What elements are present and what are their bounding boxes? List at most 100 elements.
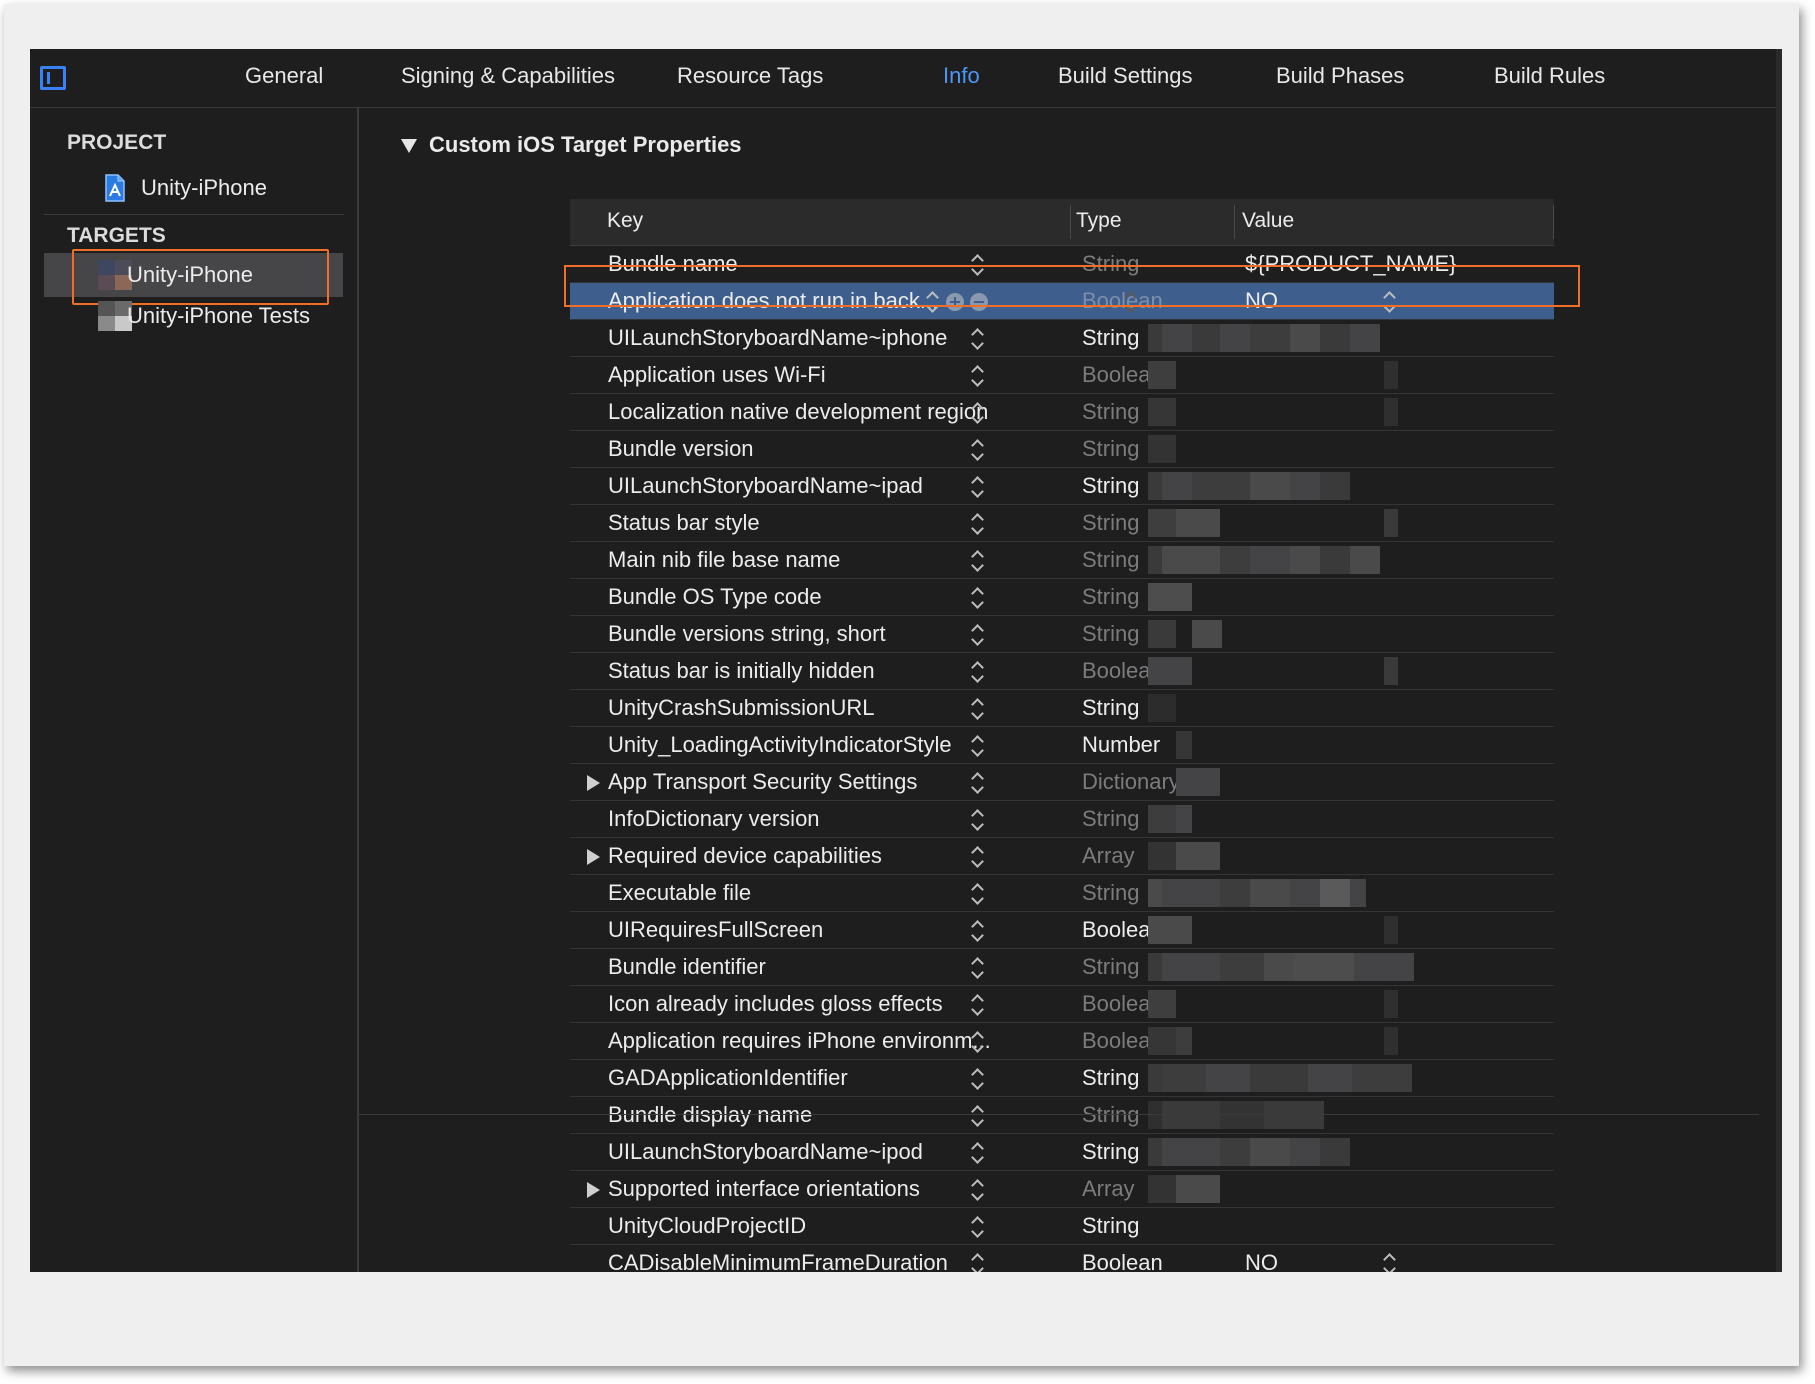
row-type[interactable]: String [1082, 806, 1139, 832]
row-key[interactable]: UnityCloudProjectID [608, 1213, 806, 1239]
row-value[interactable]: NO [1245, 1250, 1278, 1272]
row-type[interactable]: String [1082, 584, 1139, 610]
row-key[interactable]: Bundle identifier [608, 954, 766, 980]
row-key[interactable]: Unity_LoadingActivityIndicatorStyle [608, 732, 952, 758]
key-stepper-icon[interactable] [970, 661, 984, 683]
key-stepper-icon[interactable] [970, 809, 984, 831]
row-key[interactable]: InfoDictionary version [608, 806, 820, 832]
row-type[interactable]: String [1082, 325, 1139, 351]
row-key[interactable]: Bundle OS Type code [608, 584, 822, 610]
key-stepper-icon[interactable] [970, 735, 984, 757]
row-type[interactable]: String [1082, 436, 1139, 462]
table-row[interactable]: Application requires iPhone environm... B… [570, 1023, 1554, 1060]
table-row[interactable]: Executable file String [570, 875, 1554, 912]
key-stepper-icon[interactable] [970, 883, 984, 905]
table-row[interactable]: App Transport Security Settings Dictionar… [570, 764, 1554, 801]
key-stepper-icon[interactable] [970, 550, 984, 572]
tab-info[interactable]: Info [943, 63, 980, 89]
key-stepper-icon[interactable] [970, 624, 984, 646]
key-stepper-icon[interactable] [970, 1105, 984, 1127]
row-key[interactable]: Application requires iPhone environm... [608, 1028, 991, 1054]
tab-signing-capabilities[interactable]: Signing & Capabilities [401, 63, 615, 89]
key-stepper-icon[interactable] [970, 1179, 984, 1201]
expand-triangle-icon[interactable] [587, 775, 600, 791]
row-key[interactable]: UnityCrashSubmissionURL [608, 695, 875, 721]
key-stepper-icon[interactable] [970, 513, 984, 535]
row-key[interactable]: Localization native development region [608, 399, 988, 425]
key-stepper-icon[interactable] [970, 402, 984, 424]
key-stepper-icon[interactable] [970, 1216, 984, 1238]
row-type[interactable]: String [1082, 1102, 1139, 1128]
row-key[interactable]: GADApplicationIdentifier [608, 1065, 848, 1091]
table-row[interactable]: UnityCloudProjectID String [570, 1208, 1554, 1245]
row-key[interactable]: App Transport Security Settings [608, 769, 917, 795]
row-key[interactable]: Status bar style [608, 510, 760, 536]
tab-build-settings[interactable]: Build Settings [1058, 63, 1193, 89]
row-type[interactable]: String [1082, 399, 1139, 425]
row-type[interactable]: String [1082, 547, 1139, 573]
row-type[interactable]: Boolean [1082, 1250, 1163, 1272]
row-type[interactable]: String [1082, 621, 1139, 647]
row-type[interactable]: Array [1082, 1176, 1135, 1202]
column-divider[interactable] [1234, 205, 1235, 239]
key-stepper-icon[interactable] [970, 328, 984, 350]
key-stepper-icon[interactable] [970, 846, 984, 868]
table-row[interactable]: Supported interface orientations Array [570, 1171, 1554, 1208]
table-row[interactable]: UIRequiresFullScreen Boolean [570, 912, 1554, 949]
table-row[interactable]: Localization native development region St… [570, 394, 1554, 431]
disclosure-triangle-icon[interactable] [401, 139, 417, 153]
row-key[interactable]: Required device capabilities [608, 843, 882, 869]
row-key[interactable]: CADisableMinimumFrameDuration [608, 1250, 948, 1272]
key-stepper-icon[interactable] [970, 957, 984, 979]
target-item-unity-iphone-tests[interactable]: Unity-iPhone Tests [44, 294, 343, 338]
row-key[interactable]: Status bar is initially hidden [608, 658, 875, 684]
table-row[interactable]: Required device capabilities Array [570, 838, 1554, 875]
table-row[interactable]: Status bar style String [570, 505, 1554, 542]
row-key[interactable]: Bundle version [608, 436, 754, 462]
column-header-value[interactable]: Value [1242, 209, 1294, 233]
key-stepper-icon[interactable] [970, 994, 984, 1016]
key-stepper-icon[interactable] [970, 1142, 984, 1164]
row-type[interactable]: Number [1082, 732, 1160, 758]
row-key[interactable]: Executable file [608, 880, 751, 906]
key-stepper-icon[interactable] [970, 1031, 984, 1053]
row-type[interactable]: String [1082, 510, 1139, 536]
value-stepper-icon[interactable] [1382, 1253, 1396, 1272]
expand-triangle-icon[interactable] [587, 1182, 600, 1198]
table-row[interactable]: Bundle versions string, short String [570, 616, 1554, 653]
tab-build-rules[interactable]: Build Rules [1494, 63, 1605, 89]
row-key[interactable]: Main nib file base name [608, 547, 840, 573]
row-key[interactable]: UILaunchStoryboardName~ipad [608, 473, 923, 499]
key-stepper-icon[interactable] [970, 587, 984, 609]
table-row[interactable]: Bundle version String [570, 431, 1554, 468]
key-stepper-icon[interactable] [970, 1068, 984, 1090]
key-stepper-icon[interactable] [970, 698, 984, 720]
table-row[interactable]: Bundle display name String [570, 1097, 1554, 1134]
column-header-key[interactable]: Key [607, 209, 643, 233]
row-type[interactable]: Array [1082, 843, 1135, 869]
row-key[interactable]: Supported interface orientations [608, 1176, 920, 1202]
column-divider[interactable] [1070, 205, 1071, 239]
table-row[interactable]: UILaunchStoryboardName~ipod String [570, 1134, 1554, 1171]
row-type[interactable]: String [1082, 880, 1139, 906]
row-type[interactable]: String [1082, 1139, 1139, 1165]
key-stepper-icon[interactable] [970, 920, 984, 942]
table-row[interactable]: UnityCrashSubmissionURL String [570, 690, 1554, 727]
row-key[interactable]: UILaunchStoryboardName~iphone [608, 325, 947, 351]
row-key[interactable]: UIRequiresFullScreen [608, 917, 823, 943]
row-type[interactable]: String [1082, 1065, 1139, 1091]
row-type[interactable]: Dictionary [1082, 769, 1180, 795]
tab-resource-tags[interactable]: Resource Tags [677, 63, 823, 89]
sidebar-toggle-icon[interactable] [40, 66, 66, 90]
key-stepper-icon[interactable] [970, 476, 984, 498]
row-key[interactable]: Bundle versions string, short [608, 621, 886, 647]
table-row[interactable]: Bundle OS Type code String [570, 579, 1554, 616]
table-row[interactable]: Unity_LoadingActivityIndicatorStyle Numbe… [570, 727, 1554, 764]
key-stepper-icon[interactable] [970, 365, 984, 387]
row-type[interactable]: String [1082, 473, 1139, 499]
row-key[interactable]: UILaunchStoryboardName~ipod [608, 1139, 923, 1165]
expand-triangle-icon[interactable] [587, 849, 600, 865]
row-type[interactable]: String [1082, 954, 1139, 980]
key-stepper-icon[interactable] [970, 1253, 984, 1272]
column-header-type[interactable]: Type [1076, 209, 1122, 233]
